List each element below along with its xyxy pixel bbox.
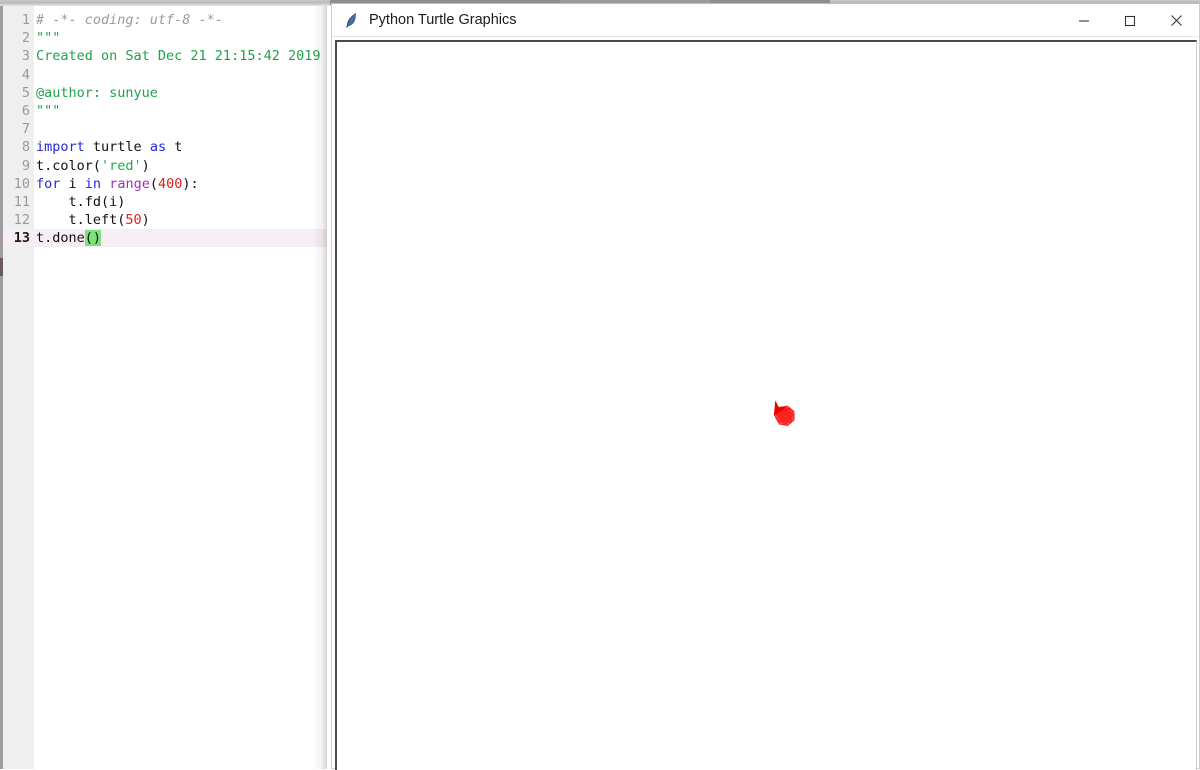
line-number: 1 xyxy=(21,12,30,28)
code-line-text: @author: sunyue xyxy=(36,84,158,102)
code-token-plain: ( xyxy=(149,175,158,192)
code-line[interactable]: 13 t.done() xyxy=(3,229,327,248)
code-token-keyword: for xyxy=(36,175,61,192)
code-token-comment: # -*- coding: utf-8 -*- xyxy=(36,12,223,28)
code-line[interactable]: 8 import turtle as t xyxy=(3,138,327,156)
code-line[interactable]: 12 t.left(50) xyxy=(3,211,327,229)
code-line[interactable]: 10 for i in range(400): xyxy=(3,175,327,193)
code-token-builtin: range xyxy=(109,175,150,192)
code-line-text: t.fd(i) xyxy=(36,193,126,211)
maximize-button[interactable] xyxy=(1107,4,1153,37)
code-token-keyword: as xyxy=(149,139,167,156)
code-token-plain: ) xyxy=(141,157,150,174)
code-line-text: # -*- coding: utf-8 -*- xyxy=(36,11,223,29)
code-token-plain: ) xyxy=(141,212,150,229)
code-token-keyword: import xyxy=(36,139,85,156)
line-number: 11 xyxy=(13,193,30,210)
code-token-bracket: () xyxy=(84,230,102,247)
code-line-text: for i in range(400): xyxy=(36,175,199,193)
code-token-doc: @author: sunyue xyxy=(36,84,158,101)
code-content[interactable]: 1 # -*- coding: utf-8 -*- 2 """ 3 Created on … xyxy=(3,11,327,248)
code-line[interactable]: 2 """ xyxy=(3,29,327,47)
code-line[interactable]: 1 # -*- coding: utf-8 -*- xyxy=(3,11,327,29)
line-number: 5 xyxy=(21,84,30,101)
close-button[interactable] xyxy=(1153,4,1199,37)
code-line[interactable]: 4 xyxy=(3,66,327,84)
minimize-icon xyxy=(1079,19,1089,22)
code-line[interactable]: 7 xyxy=(3,120,327,138)
code-line-text: t.left(50) xyxy=(36,211,150,229)
code-line-text: t.color('red') xyxy=(36,157,150,175)
code-line[interactable]: 5 @author: sunyue xyxy=(3,84,327,102)
code-token-doc: """ xyxy=(36,30,61,47)
code-token-doc: """ xyxy=(36,102,61,119)
code-token-keyword: in xyxy=(84,175,102,192)
code-editor-panel[interactable]: 1 # -*- coding: utf-8 -*- 2 """ 3 Created on … xyxy=(3,6,327,769)
line-number: 8 xyxy=(21,139,30,156)
code-token-number: 400 xyxy=(157,175,183,192)
window-title-text: Python Turtle Graphics xyxy=(369,12,517,28)
code-line-text: """ xyxy=(36,29,60,47)
code-token-plain: i xyxy=(60,175,85,192)
line-number: 12 xyxy=(13,212,30,229)
line-number: 7 xyxy=(21,121,30,138)
line-number: 6 xyxy=(21,102,30,119)
code-line-text: """ xyxy=(36,102,60,120)
code-token-plain: t.done xyxy=(36,230,85,247)
screen-root: 1 # -*- coding: utf-8 -*- 2 """ 3 Created on … xyxy=(0,0,1200,770)
code-token-plain: ): xyxy=(182,175,199,192)
window-title-bar[interactable]: Python Turtle Graphics xyxy=(332,4,1199,37)
code-line[interactable]: 3 Created on Sat Dec 21 21:15:42 2019 xyxy=(3,47,327,65)
code-line[interactable]: 11 t.fd(i) xyxy=(3,193,327,211)
python-turtle-graphics-window[interactable]: Python Turtle Graphics xyxy=(331,3,1200,770)
code-token-plain: t xyxy=(166,139,183,156)
feather-quill-icon xyxy=(342,11,360,29)
code-token-doc: Created on Sat Dec 21 21:15:42 2019 xyxy=(36,48,321,65)
code-token-plain: t.color( xyxy=(36,157,102,174)
turtle-canvas[interactable] xyxy=(337,42,1196,770)
turtle-drawing xyxy=(773,400,795,427)
code-line-text: t.done() xyxy=(36,229,102,247)
line-number: 4 xyxy=(21,66,30,83)
minimize-button[interactable] xyxy=(1061,4,1107,37)
code-token-number: 50 xyxy=(125,212,142,229)
maximize-icon xyxy=(1124,15,1136,26)
line-number: 13 xyxy=(13,230,30,247)
code-line-text: import turtle as t xyxy=(36,138,182,156)
turtle-canvas-frame xyxy=(335,40,1197,770)
code-token-plain: t.fd(i) xyxy=(36,193,126,210)
code-line[interactable]: 9 t.color('red') xyxy=(3,157,327,175)
close-icon xyxy=(1170,15,1182,26)
window-controls[interactable] xyxy=(1061,4,1199,37)
code-token-plain: t.left( xyxy=(36,212,126,229)
code-line[interactable]: 6 """ xyxy=(3,102,327,120)
code-token-plain: turtle xyxy=(84,139,150,156)
line-number: 10 xyxy=(13,175,30,192)
code-token-string: 'red' xyxy=(101,157,142,174)
code-line-text: Created on Sat Dec 21 21:15:42 2019 xyxy=(36,47,320,65)
line-number: 2 xyxy=(21,30,30,47)
line-number: 3 xyxy=(21,48,30,65)
line-number: 9 xyxy=(21,157,30,174)
